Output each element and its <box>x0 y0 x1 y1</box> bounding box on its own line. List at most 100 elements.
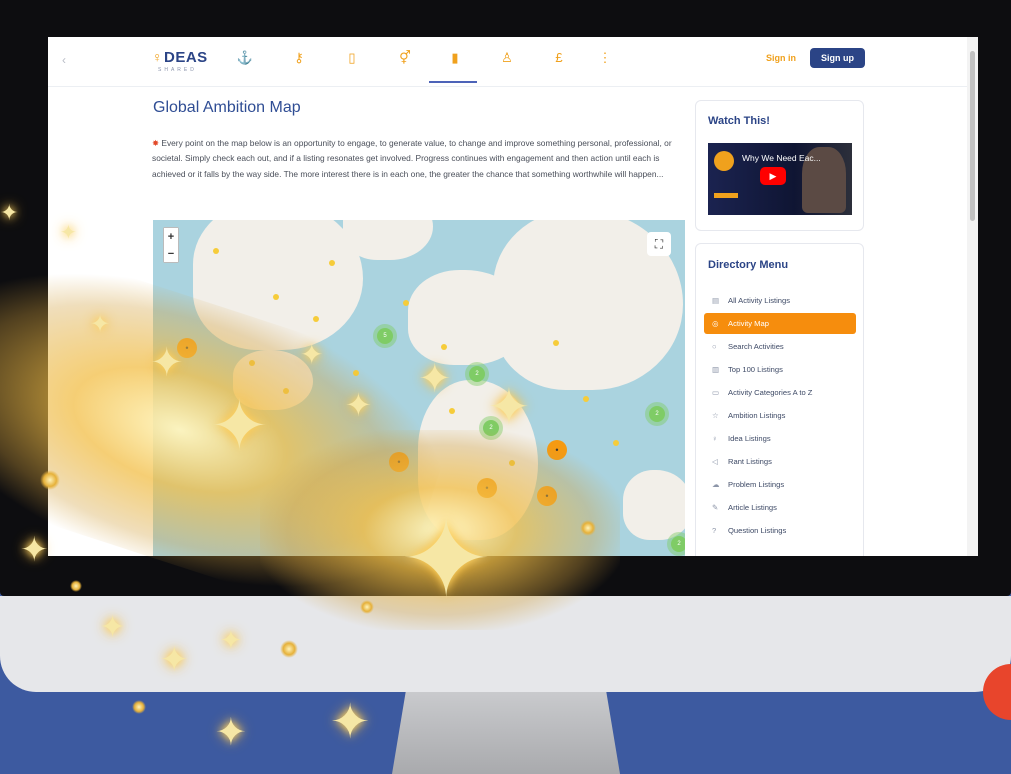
map-marker[interactable] <box>403 300 409 306</box>
map-marker[interactable] <box>583 396 589 402</box>
sign-up-button[interactable]: Sign up <box>810 48 865 68</box>
video-title: Why We Need Eac... <box>742 153 821 163</box>
map-marker[interactable] <box>353 370 359 376</box>
map-marker[interactable] <box>273 294 279 300</box>
top-nav: ‹ ♀DEAS SHARED ⚓ ⚷ ▯ ⚥ ▮ ♙ £ ⋮ Sign in S… <box>48 37 978 87</box>
map-marker[interactable] <box>329 260 335 266</box>
zoom-in-button[interactable]: + <box>164 228 178 245</box>
video-badge <box>714 193 738 198</box>
key-icon[interactable]: ⚷ <box>288 50 310 66</box>
map-marker[interactable] <box>283 388 289 394</box>
menu-item-activity-categories[interactable]: ▭ Activity Categories A to Z <box>704 382 856 403</box>
burst-icon: ✸ <box>152 138 160 148</box>
land-africa <box>418 380 538 540</box>
anchor-icon[interactable]: ⚓ <box>234 50 256 66</box>
menu-item-all-activity-listings[interactable]: ▤ All Activity Listings <box>704 290 856 311</box>
database-icon[interactable]: ▮ <box>444 50 466 66</box>
menu-item-rant-listings[interactable]: ◁ Rant Listings <box>704 451 856 472</box>
channel-logo <box>714 151 734 171</box>
map-pin[interactable]: • <box>389 452 409 472</box>
map-marker[interactable] <box>313 316 319 322</box>
menu-item-ambition-listings[interactable]: ☆ Ambition Listings <box>704 405 856 426</box>
map-cluster[interactable]: 2 <box>649 406 665 422</box>
menu-item-article-listings[interactable]: ✎ Article Listings <box>704 497 856 518</box>
menu-item-label: Article Listings <box>728 503 777 512</box>
calendar-icon: ▭ <box>712 388 720 397</box>
menu-item-top-100-listings[interactable]: ▥ Top 100 Listings <box>704 359 856 380</box>
map-marker[interactable] <box>613 440 619 446</box>
logo-text: DEAS <box>164 49 208 66</box>
glitter-dot <box>580 520 596 536</box>
site-logo[interactable]: ♀DEAS <box>152 49 208 66</box>
logo-subtitle: SHARED <box>158 67 197 73</box>
map-cluster[interactable]: 2 <box>469 366 485 382</box>
play-icon[interactable]: ▶ <box>760 167 786 185</box>
menu-item-label: Ambition Listings <box>728 411 786 420</box>
gender-icon[interactable]: ⚥ <box>394 50 416 66</box>
active-tab-indicator <box>429 81 477 83</box>
bulb-icon: ♀ <box>152 49 163 65</box>
bulb-icon: ♀ <box>712 434 718 443</box>
zoom-out-button[interactable]: − <box>164 245 178 262</box>
page-title: Global Ambition Map <box>153 99 301 116</box>
sparkle-star-icon: ✦ <box>330 696 371 749</box>
map-cluster[interactable]: 2 <box>671 536 685 552</box>
glitter-dot <box>40 470 60 490</box>
sign-in-link[interactable]: Sign in <box>766 53 796 63</box>
map-cluster[interactable]: 2 <box>483 420 499 436</box>
menu-item-label: Activity Map <box>728 319 769 328</box>
intro-text: ✸ Every point on the map below is an opp… <box>152 136 686 182</box>
map-marker[interactable] <box>509 460 515 466</box>
map-pin[interactable]: • <box>537 486 557 506</box>
menu-item-label: Problem Listings <box>728 480 785 489</box>
menu-item-label: Rant Listings <box>728 457 772 466</box>
globe-icon: ◎ <box>712 319 719 328</box>
menu-item-label: Top 100 Listings <box>728 365 783 374</box>
land-north-america <box>193 220 363 350</box>
map-marker[interactable] <box>449 408 455 414</box>
watch-title: Watch This! <box>708 115 770 127</box>
user-icon[interactable]: ♙ <box>496 50 518 66</box>
map-pin[interactable]: • <box>177 338 197 358</box>
page-scrollbar[interactable] <box>967 37 978 556</box>
edit-icon: ✎ <box>712 503 719 512</box>
map-marker[interactable] <box>213 248 219 254</box>
sparkle-star-icon: ✦ <box>215 712 247 754</box>
fullscreen-icon[interactable]: ⛶ <box>647 232 671 256</box>
map-marker[interactable] <box>553 340 559 346</box>
back-arrow-icon[interactable]: ‹ <box>62 53 66 67</box>
menu-item-label: Idea Listings <box>728 434 771 443</box>
map-cluster[interactable]: 5 <box>377 328 393 344</box>
menu-item-problem-listings[interactable]: ☁ Problem Listings <box>704 474 856 495</box>
list-icon: ▤ <box>712 296 720 305</box>
menu-item-label: Question Listings <box>728 526 787 535</box>
pound-icon[interactable]: £ <box>548 50 570 65</box>
menu-item-idea-listings[interactable]: ♀ Idea Listings <box>704 428 856 449</box>
more-icon[interactable]: ⋮ <box>594 50 616 66</box>
glitter-dot <box>360 600 374 614</box>
book-icon[interactable]: ▯ <box>341 50 363 66</box>
map-marker[interactable] <box>249 360 255 366</box>
video-thumbnail[interactable]: Why We Need Eac... ▶ <box>708 143 852 215</box>
browser-screen: ‹ ♀DEAS SHARED ⚓ ⚷ ▯ ⚥ ▮ ♙ £ ⋮ Sign in S… <box>48 37 978 556</box>
intro-body: Every point on the map below is an oppor… <box>152 138 672 179</box>
scrollbar-thumb[interactable] <box>970 51 975 221</box>
chart-icon: ▥ <box>712 365 720 374</box>
menu-item-activity-map[interactable]: ◎ Activity Map <box>704 313 856 334</box>
directory-title: Directory Menu <box>708 259 789 271</box>
activity-map[interactable]: + − ⛶ 5 2 2 2 2 • • • • • <box>153 220 685 556</box>
glitter-dot <box>132 700 146 714</box>
menu-item-search-activities[interactable]: ○ Search Activities <box>704 336 856 357</box>
glitter-dot <box>70 580 82 592</box>
search-icon: ○ <box>712 342 717 351</box>
directory-menu-card: Directory Menu ▤ All Activity Listings ◎ A… <box>695 243 864 556</box>
map-pin[interactable]: • <box>477 478 497 498</box>
map-pin[interactable]: • <box>547 440 567 460</box>
map-marker[interactable] <box>441 344 447 350</box>
land-australia <box>623 470 685 540</box>
monitor-stand <box>392 692 620 774</box>
menu-item-question-listings[interactable]: ? Question Listings <box>704 520 856 541</box>
zoom-control: + − <box>163 227 179 263</box>
cloud-icon: ☁ <box>712 480 720 489</box>
menu-item-label: All Activity Listings <box>728 296 791 305</box>
